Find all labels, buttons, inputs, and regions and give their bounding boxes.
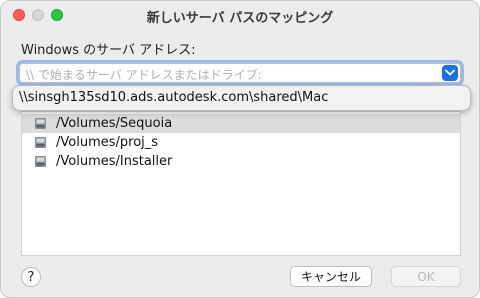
list-item[interactable]: /Volumes/Installer xyxy=(22,152,460,171)
dialog-window: 新しいサーバ パスのマッピング Windows のサーバ アドレス: \\ で始… xyxy=(0,0,480,298)
dropdown-item[interactable]: \\sinsgh135sd10.ads.autodesk.com\shared\… xyxy=(19,90,328,105)
disk-icon xyxy=(35,118,46,129)
chevron-down-icon xyxy=(445,69,455,76)
list-item[interactable]: /Volumes/proj_s xyxy=(22,133,460,152)
list-item[interactable]: /Volumes/Sequoia xyxy=(22,114,460,133)
cancel-button[interactable]: キャンセル xyxy=(290,266,372,287)
ok-button[interactable]: OK xyxy=(391,266,461,287)
list-item-label: /Volumes/Sequoia xyxy=(56,116,173,131)
server-address-combobox[interactable]: \\ で始まるサーバ アドレスまたはドライブ: xyxy=(19,63,461,83)
disk-icon xyxy=(35,156,46,167)
window-title: 新しいサーバ パスのマッピング xyxy=(146,11,334,26)
address-dropdown-menu: \\sinsgh135sd10.ads.autodesk.com\shared\… xyxy=(12,85,471,111)
volume-list[interactable]: /Volumes/Sequoia /Volumes/proj_s /Volume… xyxy=(21,111,461,256)
help-button[interactable]: ? xyxy=(21,267,41,287)
list-item-label: /Volumes/proj_s xyxy=(56,135,159,150)
server-address-label: Windows のサーバ アドレス: xyxy=(21,43,196,58)
server-address-input[interactable]: \\ で始まるサーバ アドレスまたはドライブ: xyxy=(26,66,262,83)
list-item-label: /Volumes/Installer xyxy=(56,154,173,169)
dropdown-toggle-button[interactable] xyxy=(442,65,458,81)
title-bar: 新しいサーバ パスのマッピング xyxy=(1,1,479,29)
disk-icon xyxy=(35,137,46,148)
